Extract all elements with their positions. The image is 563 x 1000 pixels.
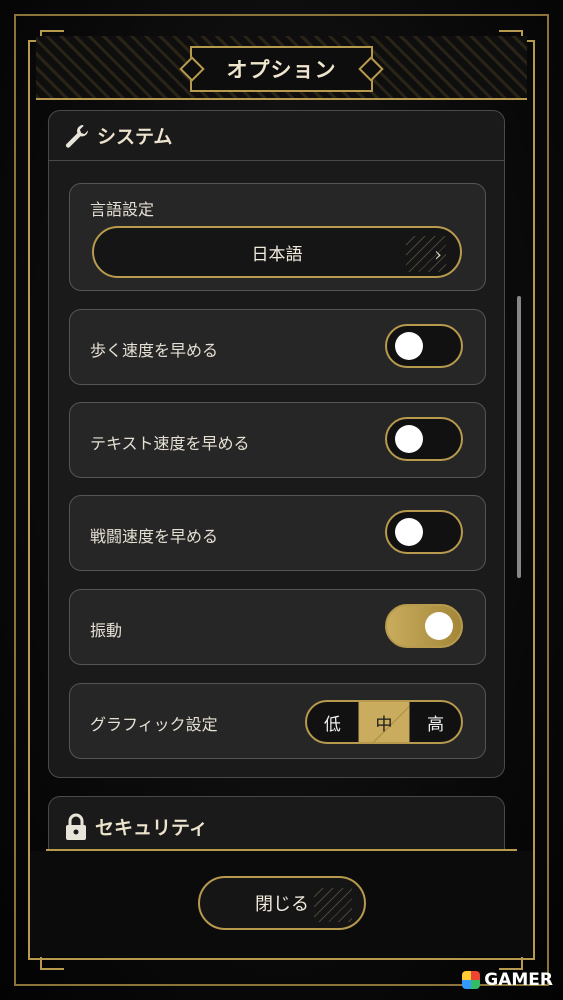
footer-divider	[46, 849, 517, 851]
system-section-title: システム	[97, 126, 173, 148]
text-speed-card: テキスト速度を早める	[69, 402, 486, 478]
watermark: GAMER	[462, 970, 553, 990]
language-label: 言語設定	[90, 200, 155, 219]
system-panel[interactable]: システム 言語設定 日本語 › 歩く速度を早める テキスト速度を早める 戦闘速度…	[48, 110, 505, 778]
title-plate: オプション	[190, 46, 373, 92]
gamer-logo-icon	[462, 971, 481, 989]
walk-speed-card: 歩く速度を早める	[69, 309, 486, 385]
chevron-right-icon: ›	[434, 242, 442, 266]
text-speed-label: テキスト速度を早める	[90, 434, 250, 453]
vibration-label: 振動	[90, 621, 123, 640]
scrollbar[interactable]	[517, 296, 521, 578]
close-button-label: 閉じる	[255, 894, 309, 915]
graphics-option-low[interactable]: 低	[307, 702, 358, 742]
toggle-knob	[395, 332, 423, 360]
text-speed-toggle[interactable]	[385, 417, 463, 461]
wrench-icon	[65, 124, 88, 148]
battle-speed-toggle[interactable]	[385, 510, 463, 554]
walk-speed-label: 歩く速度を早める	[90, 341, 219, 360]
lock-icon	[66, 813, 86, 840]
language-select-button[interactable]: 日本語 ›	[92, 226, 462, 278]
toggle-knob	[395, 518, 423, 546]
security-section-header[interactable]: セキュリティ	[48, 796, 505, 856]
vibration-toggle[interactable]	[385, 604, 463, 648]
page-title: オプション	[226, 57, 337, 82]
watermark-text: GAMER	[484, 970, 553, 990]
vibration-card: 振動	[69, 589, 486, 665]
system-section-header: システム	[49, 111, 504, 161]
language-value: 日本語	[251, 244, 303, 265]
language-card: 言語設定 日本語 ›	[69, 183, 486, 291]
graphics-card: グラフィック設定 低 中 高	[69, 683, 486, 759]
walk-speed-toggle[interactable]	[385, 324, 463, 368]
battle-speed-label: 戦闘速度を早める	[90, 527, 219, 546]
security-section-title: セキュリティ	[95, 817, 208, 839]
battle-speed-card: 戦闘速度を早める	[69, 495, 486, 571]
close-button[interactable]: 閉じる	[198, 876, 366, 930]
graphics-segmented-control[interactable]: 低 中 高	[305, 700, 463, 744]
toggle-knob	[395, 425, 423, 453]
toggle-knob	[425, 612, 453, 640]
graphics-option-medium[interactable]: 中	[357, 702, 411, 742]
graphics-option-high[interactable]: 高	[410, 702, 461, 742]
graphics-label: グラフィック設定	[90, 715, 218, 734]
hatch-decoration	[314, 888, 352, 922]
